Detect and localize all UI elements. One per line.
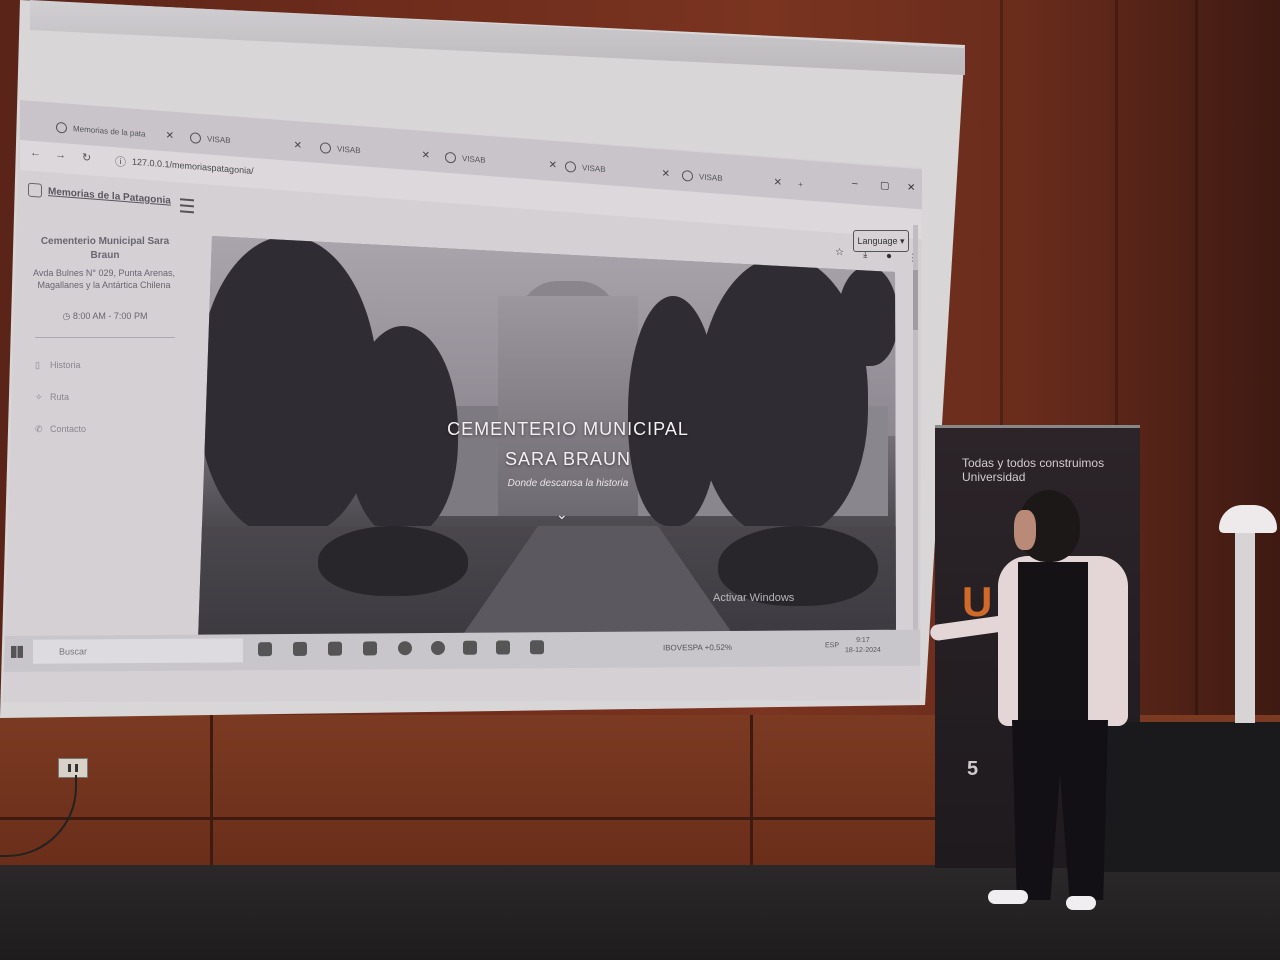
close-icon[interactable]: ✕ bbox=[549, 159, 557, 171]
banner-slogan: Todas y todos construimos Universidad bbox=[962, 456, 1105, 484]
activate-windows-watermark: Activar Windows bbox=[713, 592, 795, 604]
tab-visab[interactable]: VISAB ✕ bbox=[445, 145, 557, 178]
language-dropdown[interactable]: Language ▾ bbox=[853, 230, 909, 252]
new-tab-button[interactable]: + bbox=[798, 172, 812, 197]
sidebar-item-label: Ruta bbox=[50, 392, 70, 402]
chevron-down-icon[interactable]: ⌄ bbox=[556, 506, 568, 523]
map-pin-icon: ✧ bbox=[35, 392, 43, 402]
tab-visab[interactable]: VISAB ✕ bbox=[565, 154, 670, 186]
hero-title: CEMENTERIO MUNICIPAL SARA BRAUN bbox=[438, 414, 698, 474]
phone-icon: ✆ bbox=[35, 424, 43, 434]
search-placeholder: Buscar bbox=[59, 646, 88, 657]
tab-visab[interactable]: VISAB ✕ bbox=[682, 163, 782, 195]
sidebar-item-label: Contacto bbox=[50, 424, 87, 434]
tab-label: VISAB bbox=[337, 143, 361, 155]
book-icon: ▯ bbox=[35, 360, 40, 370]
app-icon[interactable] bbox=[530, 640, 544, 655]
globe-icon bbox=[320, 141, 331, 154]
place-title: Cementerio Municipal Sara Braun bbox=[40, 236, 170, 261]
tab-label: VISAB bbox=[699, 171, 723, 183]
app-icon[interactable] bbox=[431, 640, 445, 656]
presenter-face bbox=[1014, 510, 1036, 550]
stock-ticker: IBOVESPA bbox=[663, 643, 703, 653]
xampp-icon[interactable] bbox=[496, 640, 510, 655]
store-icon[interactable] bbox=[363, 641, 377, 656]
tab-label: VISAB bbox=[207, 133, 231, 145]
globe-icon bbox=[445, 151, 456, 164]
close-window-icon[interactable]: ✕ bbox=[907, 182, 915, 194]
file-explorer-icon[interactable] bbox=[328, 641, 342, 656]
keyboard-language[interactable]: ESP bbox=[825, 642, 839, 649]
chrome-icon[interactable] bbox=[398, 641, 412, 656]
hours-text: 8:00 AM - 7:00 PM bbox=[72, 311, 148, 321]
address-bar[interactable]: 127.0.0.1/memoriaspatagonia/ bbox=[132, 157, 254, 176]
stock-widget[interactable]: IBOVESPA +0,52% bbox=[663, 643, 732, 652]
forward-icon[interactable]: → bbox=[55, 149, 66, 162]
presenter-legs bbox=[1012, 720, 1108, 900]
presenter-top bbox=[1018, 562, 1088, 722]
opening-hours: ◷ 8:00 AM - 7:00 PM bbox=[35, 311, 175, 322]
presenter-shoe bbox=[1066, 896, 1096, 910]
star-icon[interactable]: ☆ bbox=[835, 247, 844, 259]
hero-title-line-1: CEMENTERIO MUNICIPAL bbox=[447, 419, 689, 439]
tab-memorias[interactable]: Memorias de la pata ✕ bbox=[56, 115, 174, 148]
globe-icon bbox=[682, 169, 693, 182]
clock-icon: ◷ bbox=[62, 311, 73, 321]
close-icon[interactable]: ✕ bbox=[166, 130, 174, 142]
presenter-shoe bbox=[988, 890, 1028, 904]
clock-time: 9:17 bbox=[856, 636, 870, 645]
scrollbar-thumb[interactable] bbox=[913, 270, 918, 330]
windows-taskbar: Buscar IBOVESPA +0,52% ESP 9:17 18-12-20… bbox=[3, 629, 921, 672]
caret-down-icon: ▾ bbox=[897, 235, 905, 246]
globe-icon bbox=[565, 160, 576, 173]
sidebar: Cementerio Municipal Sara Braun Avda Bul… bbox=[15, 225, 195, 635]
banner-bottom-text: 5 bbox=[967, 758, 979, 780]
favicon-icon bbox=[56, 121, 67, 134]
system-clock[interactable]: 9:17 18-12-2024 bbox=[845, 636, 881, 656]
tab-visab[interactable]: VISAB ✕ bbox=[320, 135, 430, 167]
plus-icon: + bbox=[798, 179, 803, 189]
tab-label: VISAB bbox=[582, 162, 606, 174]
tab-label: Memorias de la pata bbox=[73, 123, 146, 139]
divider bbox=[35, 337, 175, 338]
tab-label: VISAB bbox=[462, 153, 486, 165]
menu-icon[interactable] bbox=[180, 198, 194, 214]
site-logo-icon bbox=[28, 182, 42, 198]
close-icon[interactable]: ✕ bbox=[774, 176, 782, 188]
close-icon[interactable]: ✕ bbox=[422, 149, 430, 161]
white-stand bbox=[1215, 505, 1280, 723]
taskbar-search[interactable]: Buscar bbox=[33, 638, 243, 664]
globe-icon bbox=[190, 131, 201, 144]
presenter bbox=[929, 490, 1130, 920]
profile-icon[interactable]: ● bbox=[886, 251, 892, 262]
windows-start-icon[interactable] bbox=[11, 645, 23, 658]
close-icon[interactable]: ✕ bbox=[294, 140, 302, 152]
site-info-icon[interactable]: ⓘ bbox=[115, 153, 126, 170]
app-icon[interactable] bbox=[463, 640, 477, 655]
reload-icon[interactable]: ↻ bbox=[82, 151, 91, 165]
hero-banner: CEMENTERIO MUNICIPAL SARA BRAUN Donde de… bbox=[198, 236, 896, 641]
clock-date: 18-12-2024 bbox=[845, 646, 881, 655]
sidebar-item-ruta[interactable]: ✧ Ruta bbox=[35, 392, 69, 403]
site-brand-link[interactable]: Memorias de la Patagonia bbox=[48, 186, 171, 206]
back-icon[interactable]: ← bbox=[30, 147, 41, 160]
hero-title-line-2: SARA BRAUN bbox=[504, 449, 632, 469]
minimize-icon[interactable]: – bbox=[852, 178, 858, 189]
place-address: Avda Bulnes N° 029, Punta Arenas, Magall… bbox=[32, 268, 176, 290]
stock-change: +0,52% bbox=[704, 642, 733, 653]
hero-subtitle: Donde descansa la historia bbox=[507, 478, 629, 489]
tab-visab[interactable]: VISAB ✕ bbox=[190, 125, 302, 158]
edge-icon[interactable] bbox=[293, 641, 307, 656]
sidebar-item-contacto[interactable]: ✆ Contacto bbox=[35, 424, 86, 435]
sidebar-item-historia[interactable]: ▯ Historia bbox=[35, 360, 81, 371]
maximize-icon[interactable]: ▢ bbox=[880, 180, 889, 192]
close-icon[interactable]: ✕ bbox=[662, 168, 670, 180]
task-view-icon[interactable] bbox=[258, 642, 272, 657]
sidebar-item-label: Historia bbox=[50, 360, 81, 370]
language-label: Language bbox=[857, 236, 898, 246]
